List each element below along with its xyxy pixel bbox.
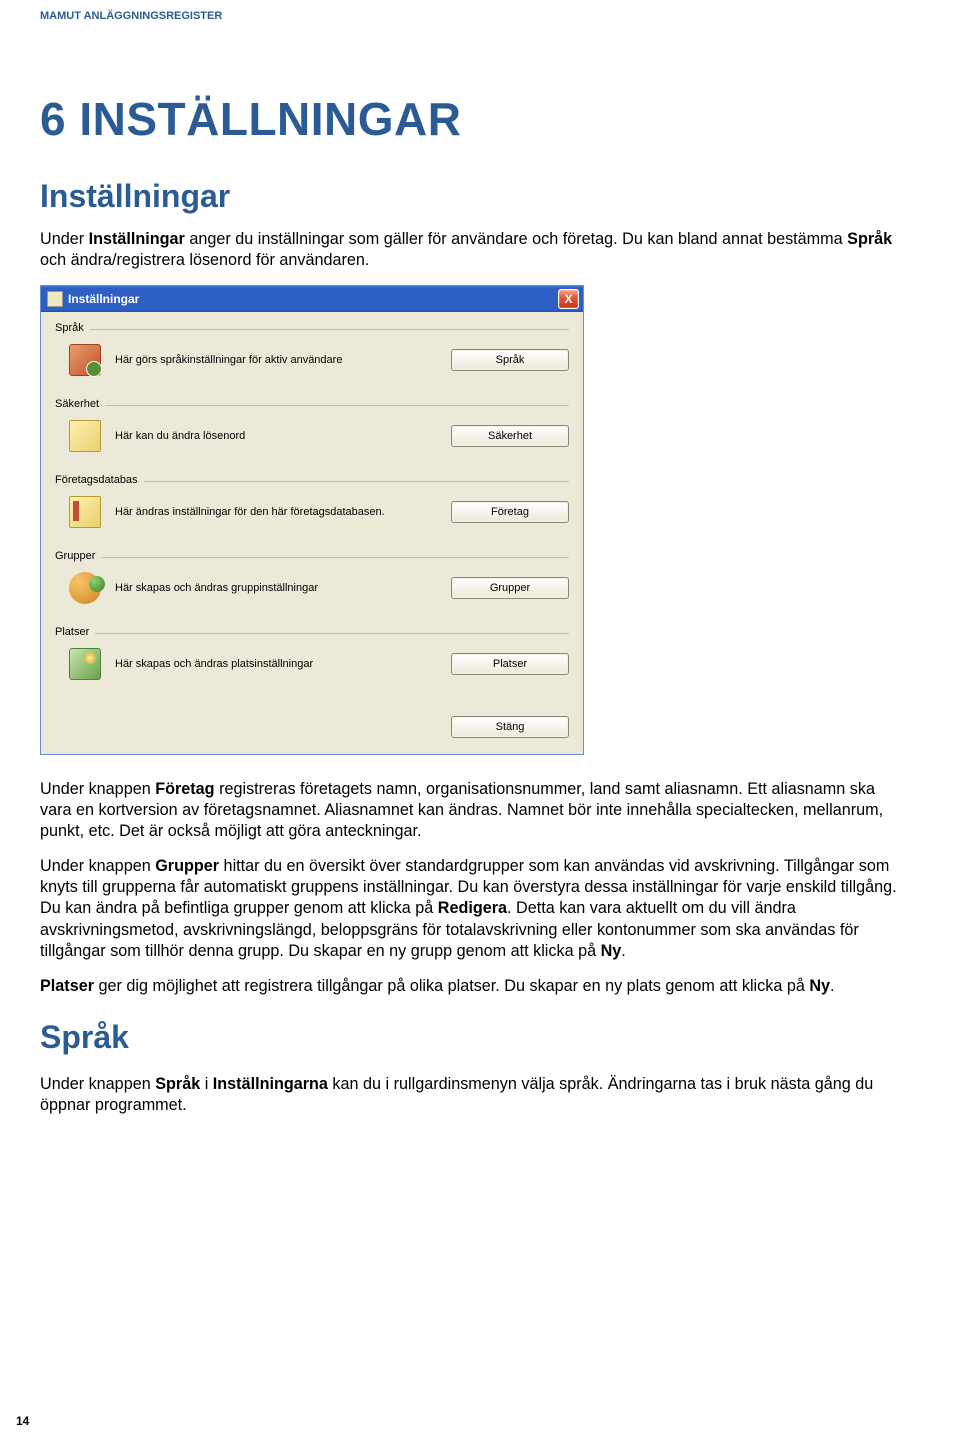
bold-text: Språk — [155, 1075, 200, 1093]
places-icon — [69, 648, 101, 680]
group-grupper: Grupper Här skapas och ändras gruppinstä… — [55, 550, 569, 620]
text: ger dig möjlighet att registrera tillgån… — [94, 977, 809, 995]
group-sprak: Språk Här görs språkinställningar för ak… — [55, 322, 569, 392]
dialog-title-icon — [47, 291, 63, 307]
bold-text: Inställningarna — [213, 1075, 328, 1093]
bold-text: Företag — [155, 780, 214, 798]
text: Under — [40, 230, 89, 248]
bold-text: Ny — [809, 977, 830, 995]
company-db-icon — [69, 496, 101, 528]
group-desc: Här ändras inställningar för den här för… — [115, 505, 451, 519]
group-row: Här skapas och ändras platsinställningar… — [55, 646, 569, 696]
stang-button[interactable]: Stäng — [451, 716, 569, 738]
bold-text: Ny — [601, 942, 622, 960]
group-desc: Här kan du ändra lösenord — [115, 429, 451, 443]
section-title: Inställningar — [40, 178, 900, 215]
group-row: Här kan du ändra lösenord Säkerhet — [55, 418, 569, 468]
group-row: Här ändras inställningar för den här för… — [55, 494, 569, 544]
sprak-paragraph: Under knappen Språk i Inställningarna ka… — [40, 1074, 900, 1116]
group-row: Här skapas och ändras gruppinställningar… — [55, 570, 569, 620]
bold-text: Språk — [847, 230, 892, 248]
content-area: 6 INSTÄLLNINGAR Inställningar Under Inst… — [0, 22, 960, 1116]
group-row: Här görs språkinställningar för aktiv an… — [55, 342, 569, 392]
page-header: MAMUT ANLÄGGNINGSREGISTER — [0, 0, 960, 22]
group-sakerhet: Säkerhet Här kan du ändra lösenord Säker… — [55, 398, 569, 468]
subsection-title-sprak: Språk — [40, 1019, 900, 1056]
dialog-footer: Stäng — [55, 702, 569, 744]
bold-text: Platser — [40, 977, 94, 995]
dialog-body: Språk Här görs språkinställningar för ak… — [41, 312, 583, 754]
group-title: Företagsdatabas — [55, 474, 138, 486]
text: och ändra/registrera lösenord för använd… — [40, 251, 369, 269]
group-title: Säkerhet — [55, 398, 99, 410]
group-header: Säkerhet — [55, 398, 569, 410]
divider-line — [144, 481, 569, 482]
group-header: Platser — [55, 626, 569, 638]
bold-text: Inställningar — [89, 230, 185, 248]
bold-text: Redigera — [438, 899, 507, 917]
text: . — [621, 942, 626, 960]
sprak-button[interactable]: Språk — [451, 349, 569, 371]
sakerhet-button[interactable]: Säkerhet — [451, 425, 569, 447]
group-title: Språk — [55, 322, 84, 334]
chapter-title: 6 INSTÄLLNINGAR — [40, 92, 900, 146]
divider-line — [90, 329, 569, 330]
bold-text: Grupper — [155, 857, 219, 875]
divider-line — [105, 405, 569, 406]
foretag-paragraph: Under knappen Företag registreras företa… — [40, 779, 900, 842]
group-header: Grupper — [55, 550, 569, 562]
dialog-title-text: Inställningar — [68, 292, 558, 306]
dialog-titlebar: Inställningar X — [41, 286, 583, 312]
foretag-button[interactable]: Företag — [451, 501, 569, 523]
text: anger du inställningar som gäller för an… — [185, 230, 847, 248]
text: Under knappen — [40, 780, 155, 798]
text: Under knappen — [40, 857, 155, 875]
grupper-button[interactable]: Grupper — [451, 577, 569, 599]
group-foretagsdatabas: Företagsdatabas Här ändras inställningar… — [55, 474, 569, 544]
page-number: 14 — [16, 1414, 29, 1428]
security-icon — [69, 420, 101, 452]
groups-icon — [69, 572, 101, 604]
group-desc: Här skapas och ändras gruppinställningar — [115, 581, 451, 595]
group-desc: Här görs språkinställningar för aktiv an… — [115, 353, 451, 367]
group-header: Företagsdatabas — [55, 474, 569, 486]
platser-button[interactable]: Platser — [451, 653, 569, 675]
text: i — [200, 1075, 213, 1093]
divider-line — [101, 557, 569, 558]
group-title: Grupper — [55, 550, 95, 562]
close-icon[interactable]: X — [558, 289, 579, 309]
intro-paragraph: Under Inställningar anger du inställning… — [40, 229, 900, 271]
grupper-paragraph: Under knappen Grupper hittar du en övers… — [40, 856, 900, 961]
user-language-icon — [69, 344, 101, 376]
divider-line — [95, 633, 569, 634]
settings-dialog: Inställningar X Språk Här görs språkinst… — [40, 285, 584, 755]
text: Under knappen — [40, 1075, 155, 1093]
group-desc: Här skapas och ändras platsinställningar — [115, 657, 451, 671]
group-platser: Platser Här skapas och ändras platsinstä… — [55, 626, 569, 696]
group-header: Språk — [55, 322, 569, 334]
group-title: Platser — [55, 626, 89, 638]
platser-paragraph: Platser ger dig möjlighet att registrera… — [40, 976, 900, 997]
text: . — [830, 977, 835, 995]
